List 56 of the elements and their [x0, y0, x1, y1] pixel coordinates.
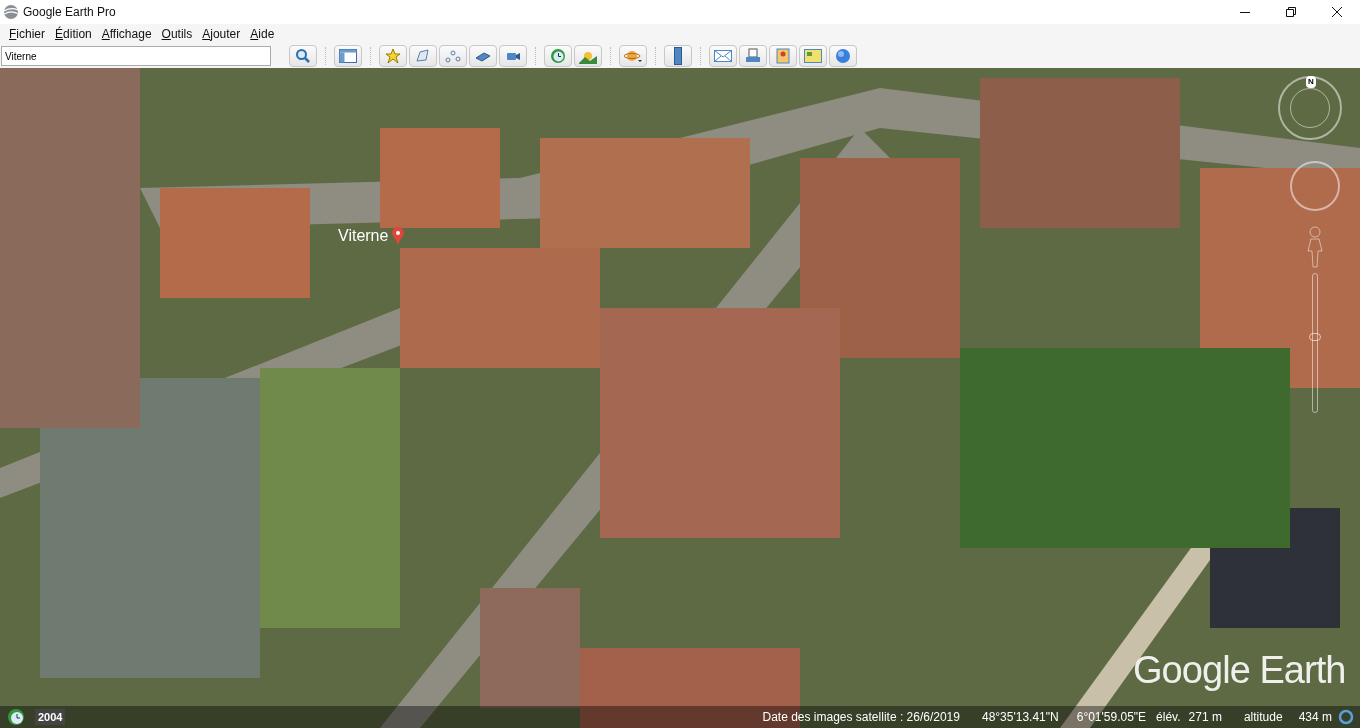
earth-logo-icon	[3, 4, 19, 20]
map-pin-icon	[392, 227, 405, 245]
clock-icon	[550, 48, 566, 64]
look-joystick[interactable]	[1290, 161, 1340, 211]
latitude: 48°35'13.41"N	[981, 709, 1059, 726]
altitude-label: altitude	[1243, 709, 1283, 726]
add-placemark-button[interactable]	[379, 45, 407, 67]
earth-gallery-button[interactable]	[829, 45, 857, 67]
menu-item[interactable]: Aide	[245, 25, 280, 43]
search-button[interactable]	[289, 45, 317, 67]
clock-icon	[7, 708, 25, 726]
image-icon	[804, 49, 822, 63]
imagery-date: Date des images satellite : 26/6/2019	[762, 709, 960, 726]
close-icon	[1332, 7, 1342, 17]
save-image-button[interactable]	[799, 45, 827, 67]
elevation-value: 271 m	[1188, 709, 1222, 726]
map-pin-icon	[776, 48, 790, 64]
menu-item[interactable]: Affichage	[96, 25, 157, 43]
panel-icon	[339, 49, 357, 63]
place-label: Viterne	[338, 226, 389, 246]
print-button[interactable]	[739, 45, 767, 67]
globe-icon	[835, 48, 851, 64]
sidebar-toggle-button[interactable]	[334, 45, 362, 67]
envelope-icon	[714, 50, 732, 62]
sunlight-button[interactable]	[574, 45, 602, 67]
add-path-button[interactable]	[439, 45, 467, 67]
add-image-overlay-button[interactable]	[469, 45, 497, 67]
planet-icon	[624, 48, 642, 64]
elevation-label: élév.	[1156, 709, 1181, 726]
switch-planet-button[interactable]	[619, 45, 647, 67]
pushpin-icon	[385, 48, 401, 64]
search-icon	[295, 48, 311, 64]
historical-imagery-button[interactable]	[544, 45, 572, 67]
menu-item[interactable]: Fichier	[4, 25, 51, 43]
longitude: 6°01'59.05"E	[1076, 709, 1147, 726]
add-polygon-button[interactable]	[409, 45, 437, 67]
street-view-person-icon	[1306, 226, 1324, 268]
printer-icon	[745, 48, 761, 64]
streaming-ring-icon	[1338, 709, 1354, 725]
altitude-value: 434 m	[1298, 709, 1332, 726]
path-icon	[445, 48, 461, 64]
search-field[interactable]: Viterne	[1, 46, 271, 66]
view-in-maps-button[interactable]	[769, 45, 797, 67]
menu-item[interactable]: Édition	[50, 25, 97, 43]
email-button[interactable]	[709, 45, 737, 67]
menu-item[interactable]: Outils	[156, 25, 198, 43]
menu-item[interactable]: Ajouter	[197, 25, 246, 43]
ruler-button[interactable]	[664, 45, 692, 67]
compass-ring[interactable]: N	[1278, 76, 1342, 140]
north-label: N	[1306, 76, 1316, 88]
polygon-icon	[415, 48, 431, 64]
window-title: Google Earth Pro	[23, 4, 116, 21]
record-tour-button[interactable]	[499, 45, 527, 67]
restore-icon	[1286, 7, 1296, 17]
ruler-icon	[674, 47, 682, 65]
google-earth-logo: Google Earth	[1133, 648, 1346, 693]
